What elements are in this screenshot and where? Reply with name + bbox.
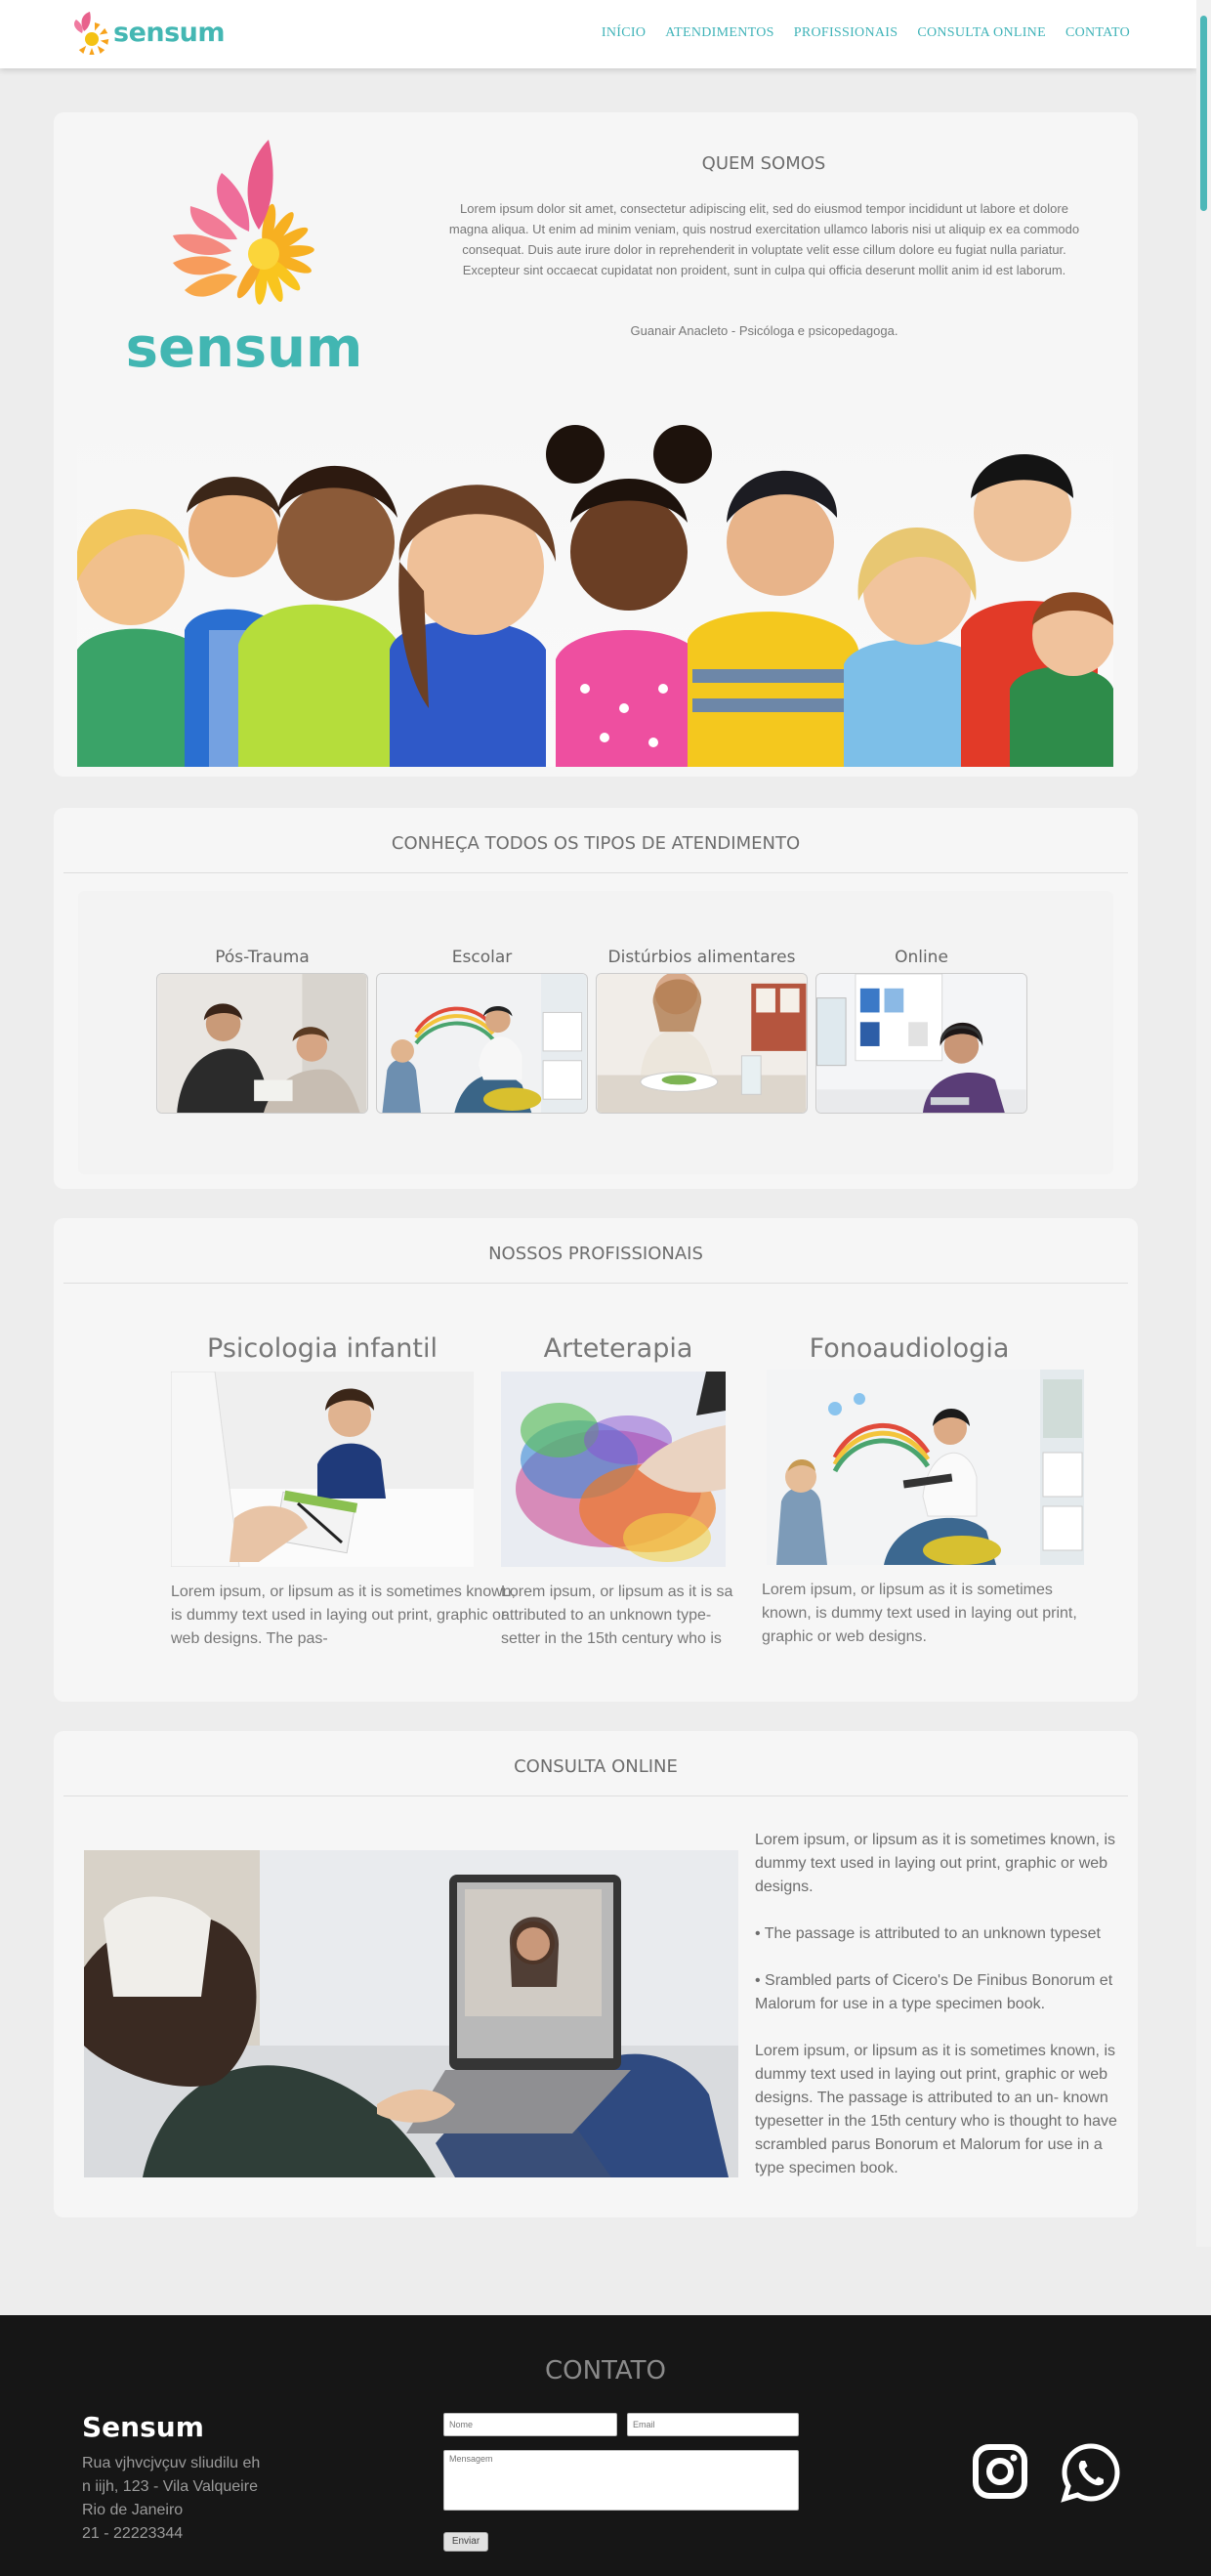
consulta-text: Lorem ipsum, or lipsum as it is sometime… xyxy=(755,1829,1126,2204)
atendimentos-title: CONHEÇA TODOS OS TIPOS DE ATENDIMENTO xyxy=(391,833,801,854)
address-line: n iijh, 123 - Vila Valqueire xyxy=(82,2478,258,2495)
card-online[interactable]: Online xyxy=(815,948,1027,1114)
about-title: QUEM SOMOS xyxy=(701,153,826,174)
page-scrollbar[interactable] xyxy=(1196,0,1211,2247)
name-input[interactable] xyxy=(443,2413,617,2436)
email-input[interactable] xyxy=(627,2413,799,2436)
atendimentos-section: CONHEÇA TODOS OS TIPOS DE ATENDIMENTO Pó… xyxy=(54,808,1138,1189)
consulta-paragraph: Lorem ipsum, or lipsum as it is sometime… xyxy=(755,2043,1117,2176)
psicologia-infantil-photo xyxy=(171,1372,474,1567)
divider xyxy=(63,872,1128,873)
address-phone: 21 - 22223344 xyxy=(82,2525,184,2542)
prof-title: Arteterapia xyxy=(543,1333,693,1364)
scrollbar-thumb[interactable] xyxy=(1200,16,1207,211)
send-button[interactable]: Enviar xyxy=(443,2532,488,2552)
prof-title: Fonoaudiologia xyxy=(809,1333,1010,1364)
nav-profissionais[interactable]: PROFISSIONAIS xyxy=(794,25,898,41)
card-label: Escolar xyxy=(451,948,513,967)
online-photo xyxy=(815,973,1027,1114)
consulta-bullet: • The passage is attributed to an unknow… xyxy=(755,1925,1101,1942)
header-logo[interactable]: sensum xyxy=(70,10,226,55)
about-logo-text: sensum xyxy=(126,317,363,376)
card-pos-trauma[interactable]: Pós-Trauma xyxy=(156,948,368,1114)
address-line: Rua vjhvcjvçuv sliudilu eh xyxy=(82,2455,261,2471)
card-label: Pós-Trauma xyxy=(215,948,310,967)
escolar-photo xyxy=(376,973,588,1114)
consulta-paragraph: Lorem ipsum, or lipsum as it is sometime… xyxy=(755,1832,1115,1895)
prof-text: Lorem ipsum, or lipsum as it is sometime… xyxy=(171,1584,516,1647)
footer-brand: Sensum xyxy=(82,2411,204,2443)
nav-inicio[interactable]: INÍCIO xyxy=(602,25,646,41)
divider xyxy=(63,1283,1128,1284)
whatsapp-icon[interactable] xyxy=(1061,2442,1121,2503)
pos-trauma-photo xyxy=(156,973,368,1114)
consulta-online-section: CONSULTA ONLINE Lorem ipsum, or lipsum a… xyxy=(54,1731,1138,2217)
prof-text: Lorem ipsum, or lipsum as it is sometime… xyxy=(762,1582,1077,1645)
card-label: Distúrbios alimentares xyxy=(607,948,796,967)
consulta-online-photo xyxy=(84,1850,738,2177)
prof-card-arteterapia: Arteterapia Lorem ipsum, or lipsum as it… xyxy=(501,1333,735,1651)
about-signature: Guanair Anacleto - Psicóloga e psicopeda… xyxy=(630,323,898,338)
instagram-icon[interactable] xyxy=(971,2442,1029,2501)
footer: CONTATO Sensum Rua vjhvcjvçuv sliudilu e… xyxy=(0,2315,1211,2576)
footer-title: CONTATO xyxy=(544,2356,667,2386)
profissionais-title: NOSSOS PROFISSIONAIS xyxy=(488,1244,703,1264)
message-textarea[interactable] xyxy=(443,2450,799,2511)
card-disturbios-alimentares[interactable]: Distúrbios alimentares xyxy=(596,948,808,1114)
divider xyxy=(63,1795,1128,1796)
main-nav: INÍCIO ATENDIMENTOS PROFISSIONAIS CONSUL… xyxy=(602,25,1130,41)
card-label: Online xyxy=(895,948,948,967)
prof-card-psicologia-infantil: Psicologia infantil Lorem ipsum, or lips… xyxy=(171,1333,516,1651)
consulta-title: CONSULTA ONLINE xyxy=(514,1756,678,1777)
about-text: Lorem ipsum dolor sit amet, consectetur … xyxy=(448,201,1080,277)
profissionais-section: NOSSOS PROFISSIONAIS Psicologia infantil… xyxy=(54,1218,1138,1702)
children-group-photo xyxy=(77,396,1113,767)
about-section: sensum QUEM SOMOS Lorem ipsum dolor sit … xyxy=(54,112,1138,777)
disturbios-alimentares-photo xyxy=(596,973,808,1114)
top-navbar: sensum INÍCIO ATENDIMENTOS PROFISSIONAIS… xyxy=(0,0,1196,68)
flower-logo-icon xyxy=(74,12,109,55)
footer-address: Rua vjhvcjvçuv sliudilu eh n iijh, 123 -… xyxy=(82,2452,260,2546)
prof-card-fonoaudiologia: Fonoaudiologia Lorem ipsum, or lipsum as… xyxy=(762,1333,1084,1649)
prof-title: Psicologia infantil xyxy=(207,1333,438,1364)
nav-atendimentos[interactable]: ATENDIMENTOS xyxy=(665,25,773,41)
nav-contato[interactable]: CONTATO xyxy=(1065,25,1130,41)
brand-name: sensum xyxy=(113,17,226,48)
fonoaudiologia-photo xyxy=(767,1370,1084,1565)
atendimentos-gallery: Pós-Trauma Escolar Distúrbios alimentare… xyxy=(78,891,1113,1174)
card-escolar[interactable]: Escolar xyxy=(376,948,588,1114)
address-line: Rio de Janeiro xyxy=(82,2502,184,2518)
arteterapia-photo xyxy=(501,1372,726,1567)
prof-text: Lorem ipsum, or lipsum as it is sa attri… xyxy=(501,1584,733,1647)
sensum-flower-logo-icon: sensum xyxy=(126,140,363,380)
nav-consulta-online[interactable]: CONSULTA ONLINE xyxy=(917,25,1046,41)
about-logo: sensum xyxy=(112,122,376,380)
consulta-bullet: • Srambled parts of Cicero's De Finibus … xyxy=(755,1972,1113,2012)
